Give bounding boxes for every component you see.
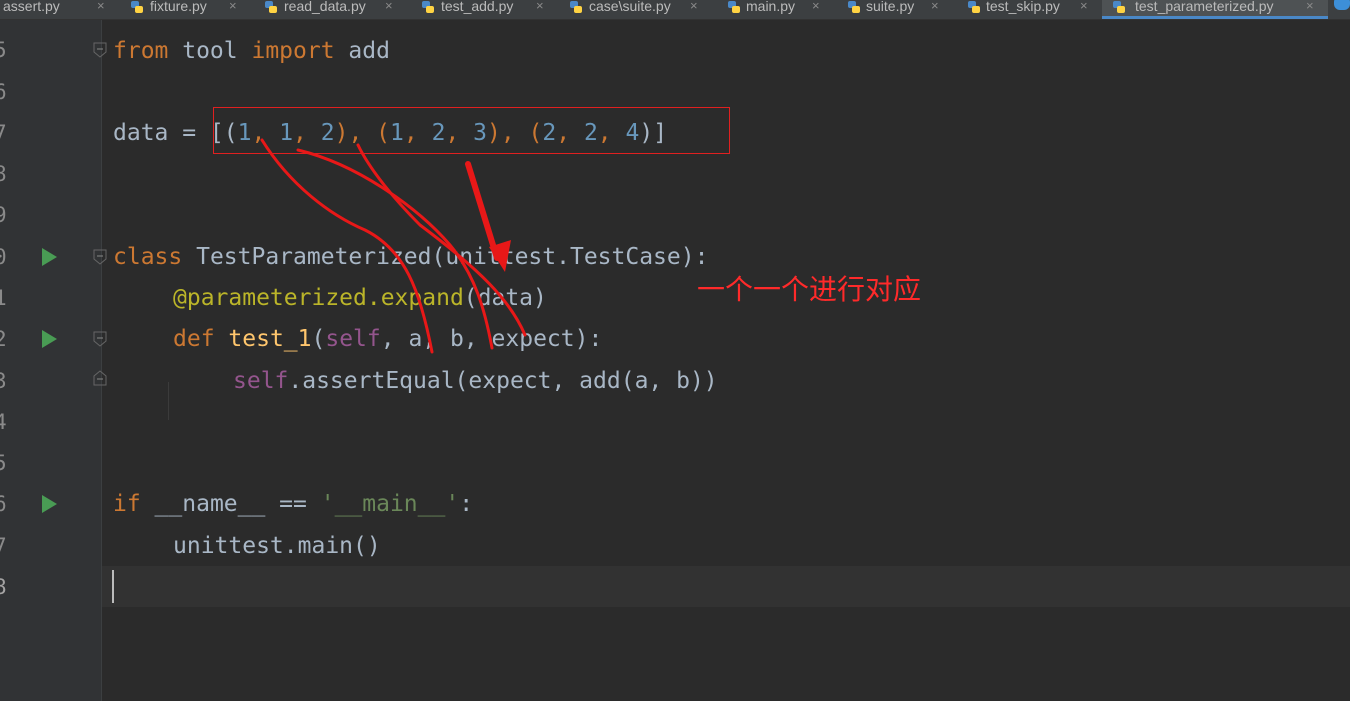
tab-label: test_add.py <box>441 0 514 14</box>
code-line-5: from tool import add <box>113 31 390 72</box>
python-file-icon <box>1113 1 1125 13</box>
close-icon[interactable]: × <box>536 0 544 12</box>
keyword: if <box>113 491 141 517</box>
line-number-gutter: 5 6 7 8 9 0 1 2 3 4 5 6 7 8 <box>0 20 107 701</box>
close-icon[interactable]: × <box>229 0 237 12</box>
tab-label: case\suite.py <box>589 0 671 14</box>
tab-label: suite.py <box>866 0 915 14</box>
self-param: self <box>325 326 381 352</box>
run-main-icon[interactable] <box>42 495 57 513</box>
tab-case-suite[interactable]: case\suite.py × <box>567 0 717 19</box>
python-file-icon <box>728 1 740 13</box>
tab-label: main.py <box>746 0 796 14</box>
tab-test-add[interactable]: test_add.py × <box>419 0 559 19</box>
close-icon[interactable]: × <box>1080 0 1088 12</box>
self-param: self <box>233 368 289 394</box>
editor-tab-bar: assert.py × fixture.py × read_data.py × … <box>0 0 1350 20</box>
more-tabs-icon[interactable] <box>1334 0 1350 10</box>
tab-suite[interactable]: suite.py × <box>845 0 955 19</box>
tab-label: test_parameterized.py <box>1135 0 1274 14</box>
line-number: 1 <box>0 286 7 310</box>
string-literal: '__main__' <box>320 491 460 517</box>
code-line-17: unittest.main() <box>173 526 381 567</box>
code-text: , a, b, expect): <box>380 326 603 352</box>
close-icon[interactable]: × <box>812 0 820 12</box>
indent-guide <box>168 382 169 420</box>
import-name: add <box>334 38 390 64</box>
tab-read-data[interactable]: read_data.py × <box>262 0 412 19</box>
line-number: 3 <box>0 369 7 393</box>
close-icon[interactable]: × <box>931 0 939 12</box>
python-file-icon <box>131 1 143 13</box>
code-text: unittest.main() <box>173 533 381 559</box>
current-line-highlight <box>102 566 1350 607</box>
close-icon[interactable]: × <box>1306 0 1314 12</box>
line-number: 6 <box>0 492 7 516</box>
close-icon[interactable]: × <box>690 0 698 12</box>
tab-assert[interactable]: assert.py × <box>0 0 108 19</box>
line-number: 7 <box>0 534 7 558</box>
code-text: : <box>459 491 474 517</box>
module-name: tool <box>168 38 252 64</box>
tab-fixture[interactable]: fixture.py × <box>128 0 250 19</box>
run-test-icon[interactable] <box>42 330 57 348</box>
line-number: 7 <box>0 121 7 145</box>
tab-test-skip[interactable]: test_skip.py × <box>965 0 1095 19</box>
code-text: (data) <box>463 285 547 311</box>
close-icon[interactable]: × <box>385 0 393 12</box>
code-text: TestParameterized(unittest.TestCase): <box>182 244 709 270</box>
text-cursor <box>112 570 114 603</box>
python-file-icon <box>265 1 277 13</box>
line-number: 6 <box>0 80 7 104</box>
code-line-16: if __name__ == '__main__': <box>113 484 473 525</box>
keyword: def <box>173 326 215 352</box>
tab-main[interactable]: main.py × <box>725 0 835 19</box>
code-text: .assertEqual(expect, add(a, b)) <box>288 368 718 394</box>
annotation-highlight-box <box>213 107 730 154</box>
annotation-note: 一个一个进行对应 <box>697 273 922 306</box>
code-text: ( <box>311 326 326 352</box>
python-file-icon <box>968 1 980 13</box>
code-line-10: class TestParameterized(unittest.TestCas… <box>113 237 708 278</box>
line-number: 5 <box>0 38 7 62</box>
tab-test-parameterized[interactable]: test_parameterized.py × <box>1102 0 1328 19</box>
keyword: class <box>113 244 183 270</box>
keyword: import <box>251 38 335 64</box>
line-number: 4 <box>0 410 7 434</box>
tab-label: fixture.py <box>150 0 207 14</box>
python-file-icon <box>570 1 582 13</box>
close-icon[interactable]: × <box>97 0 105 12</box>
tab-label: assert.py <box>3 0 60 14</box>
line-number: 2 <box>0 327 7 351</box>
run-class-icon[interactable] <box>42 248 57 266</box>
code-line-13: self.assertEqual(expect, add(a, b)) <box>233 361 718 402</box>
decorator: @parameterized.expand <box>173 285 464 311</box>
code-text: __name__ == <box>140 491 321 517</box>
line-number: 9 <box>0 203 7 227</box>
keyword: from <box>113 38 169 64</box>
line-number: 0 <box>0 245 7 269</box>
function-name: test_1 <box>228 326 312 352</box>
python-file-icon <box>848 1 860 13</box>
line-number: 8 <box>0 162 7 186</box>
python-file-icon <box>422 1 434 13</box>
line-number-current: 8 <box>0 575 7 599</box>
line-number: 5 <box>0 451 7 475</box>
tab-label: read_data.py <box>284 0 366 14</box>
code-line-12: def test_1(self, a, b, expect): <box>173 319 602 360</box>
code-line-11: @parameterized.expand(data) <box>173 278 547 319</box>
tab-label: test_skip.py <box>986 0 1060 14</box>
